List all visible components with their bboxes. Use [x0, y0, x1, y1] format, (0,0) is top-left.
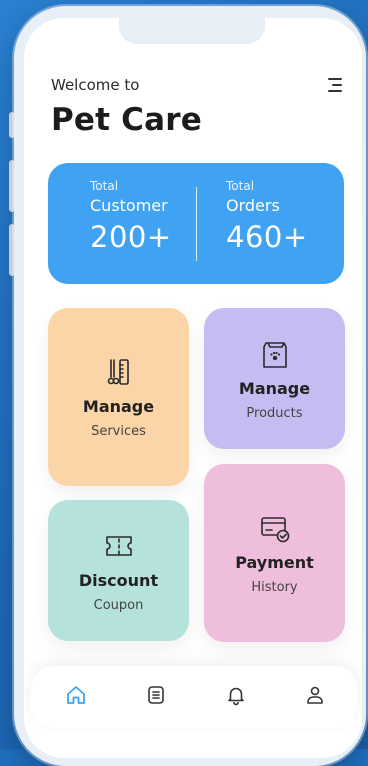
pet-food-bag-icon	[262, 341, 287, 368]
card-subtitle: Coupon	[93, 597, 144, 613]
card-title: Manage	[82, 397, 155, 416]
list-icon[interactable]	[144, 683, 168, 707]
grooming-tools-icon	[107, 359, 129, 385]
card-title: Manage	[238, 378, 311, 398]
stat-orders: Total Orders 460+	[226, 179, 308, 254]
card-title: Payment	[235, 553, 314, 572]
menu-icon[interactable]	[324, 76, 344, 94]
stat-value: 200+	[90, 220, 172, 254]
manage-services-card[interactable]: Manage Services	[48, 308, 189, 486]
card-check-icon	[260, 517, 289, 543]
stat-label: Total	[226, 179, 255, 193]
discount-coupon-card[interactable]: Discount Coupon	[48, 500, 189, 641]
stats-card: Total Customer 200+ Total Orders 460+	[48, 163, 344, 284]
card-subtitle: Products	[246, 405, 303, 421]
payment-history-card[interactable]: Payment History	[204, 464, 345, 642]
stat-label: Total	[90, 179, 119, 193]
card-title: Discount	[78, 570, 159, 590]
stat-name: Orders	[226, 196, 280, 215]
bell-icon[interactable]	[224, 683, 248, 707]
bottom-tab-bar	[31, 666, 357, 728]
stat-customer: Total Customer 200+	[90, 179, 172, 254]
phone-screen: Welcome to Pet Care Total Customer 200+ …	[24, 18, 362, 758]
ticket-icon	[105, 535, 132, 556]
user-icon[interactable]	[303, 683, 327, 707]
stat-name: Customer	[90, 196, 168, 215]
card-subtitle: Services	[91, 424, 146, 439]
home-icon[interactable]	[64, 683, 88, 707]
app-title: Pet Care	[51, 102, 202, 138]
manage-products-card[interactable]: Manage Products	[204, 308, 345, 449]
stat-value: 460+	[226, 220, 308, 254]
notch	[119, 18, 265, 44]
card-subtitle: History	[251, 580, 298, 595]
stats-divider	[196, 187, 197, 261]
welcome-text: Welcome to	[51, 76, 140, 94]
